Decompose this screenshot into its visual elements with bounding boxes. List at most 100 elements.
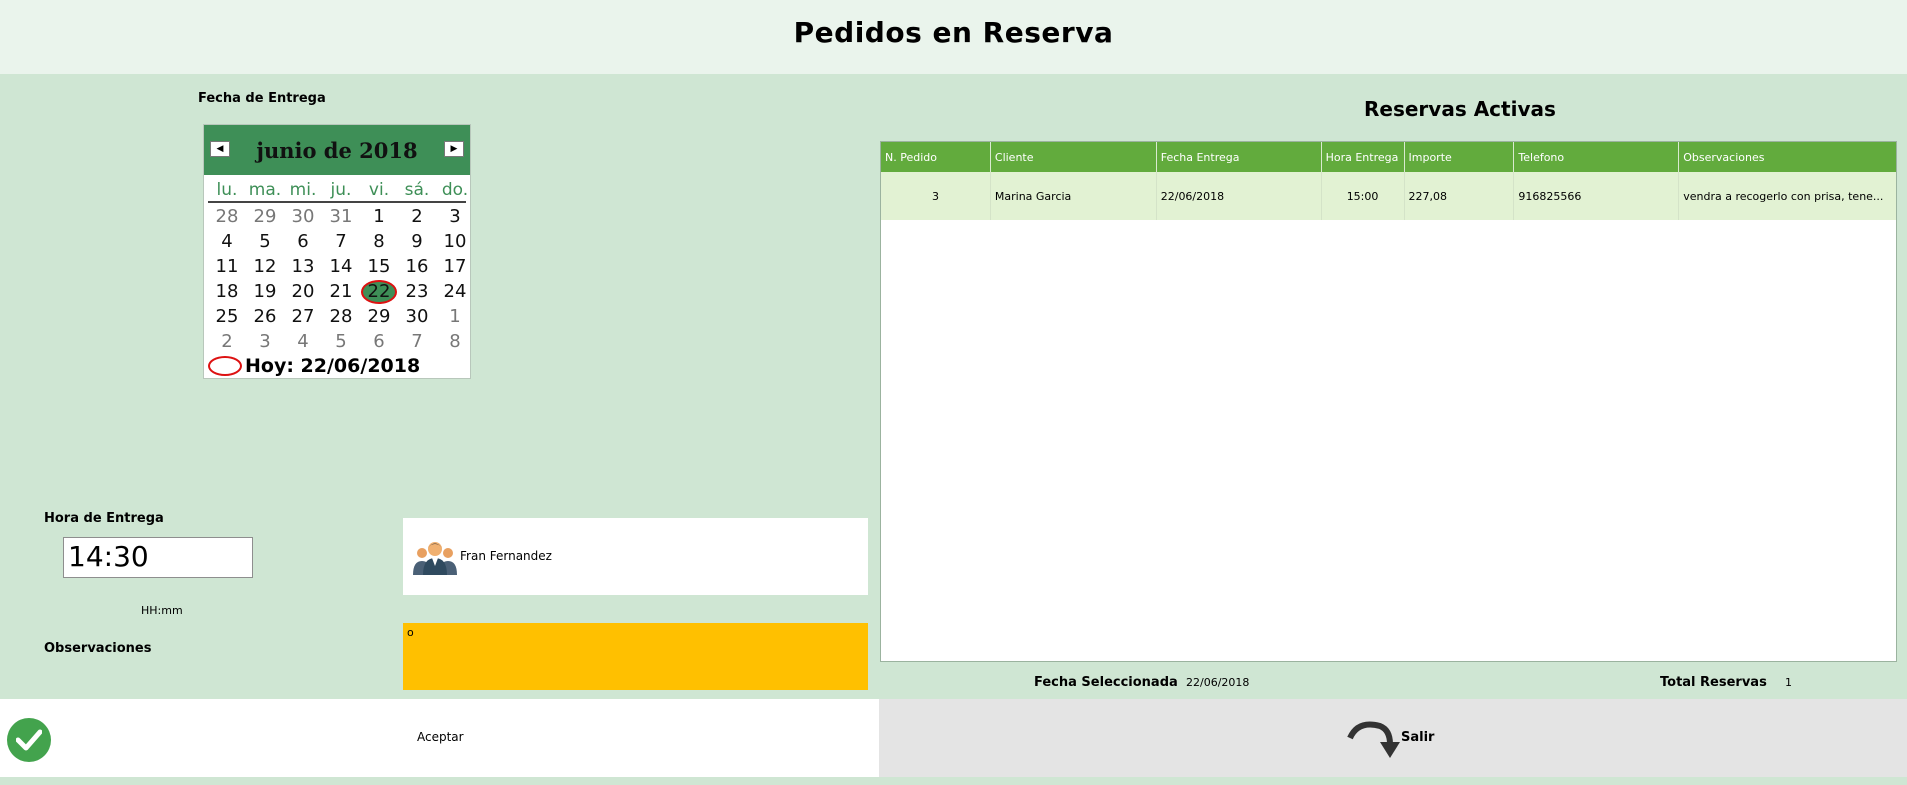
column-header[interactable]: Importe	[1405, 142, 1515, 172]
calendar-day[interactable]: 15	[360, 254, 398, 279]
exit-button[interactable]: Salir	[879, 699, 1907, 777]
table-body: 3 Marina Garcia 22/06/2018 15:00 227,08 91682…	[881, 172, 1896, 220]
calendar-day-number: 8	[373, 231, 385, 252]
calendar-day[interactable]: 17	[436, 254, 474, 279]
reservations-title: Reservas Activas	[1364, 97, 1556, 121]
calendar-day[interactable]: 11	[208, 254, 246, 279]
weekday-label: mi.	[289, 180, 317, 200]
calendar-day[interactable]: 29	[360, 304, 398, 329]
calendar-day[interactable]: 4	[284, 329, 322, 354]
weekday-label: ma.	[248, 180, 282, 200]
calendar-day-selected[interactable]: 22	[360, 279, 398, 304]
calendar-day[interactable]: 19	[246, 279, 284, 304]
table-header: N. Pedido Cliente Fecha Entrega Hora Entreg…	[881, 142, 1896, 172]
delivery-time-input[interactable]: 14:30	[63, 537, 253, 578]
calendar-day[interactable]: 5	[246, 229, 284, 254]
observations-label: Observaciones	[44, 641, 152, 656]
column-header[interactable]: Hora Entrega	[1322, 142, 1405, 172]
today-ring-icon	[208, 356, 242, 376]
calendar-day[interactable]: 1	[360, 204, 398, 229]
calendar-header: ◀ junio de 2018 ▶	[204, 125, 470, 175]
calendar-day[interactable]: 18	[208, 279, 246, 304]
calendar-day[interactable]: 25	[208, 304, 246, 329]
reservations-table[interactable]: N. Pedido Cliente Fecha Entrega Hora Entreg…	[880, 141, 1897, 662]
calendar-day[interactable]: 8	[360, 229, 398, 254]
calendar-day-number: 29	[253, 206, 277, 227]
column-header[interactable]: Observaciones	[1679, 142, 1896, 172]
column-header[interactable]: Telefono	[1514, 142, 1680, 172]
calendar-day-number: 7	[335, 231, 347, 252]
calendar-day[interactable]: 7	[398, 329, 436, 354]
total-reservations-value: 1	[1785, 676, 1792, 689]
calendar-day[interactable]: 16	[398, 254, 436, 279]
calendar-month-title: junio de 2018	[256, 138, 418, 163]
calendar-day-number: 9	[411, 231, 423, 252]
triangle-right-icon: ▶	[450, 144, 458, 154]
weekday-header: lu. ma. mi. ju. vi. sá. do.	[208, 179, 468, 203]
calendar-day-number: 22	[361, 280, 397, 304]
today-label: Hoy: 22/06/2018	[245, 355, 421, 377]
calendar-day[interactable]: 14	[322, 254, 360, 279]
total-reservations-label: Total Reservas	[1660, 675, 1767, 690]
calendar-day-number: 26	[253, 306, 277, 327]
calendar-day[interactable]: 12	[246, 254, 284, 279]
calendar-day-number: 23	[405, 281, 429, 302]
column-header[interactable]: Fecha Entrega	[1157, 142, 1322, 172]
calendar-day[interactable]: 21	[322, 279, 360, 304]
calendar-day[interactable]: 5	[322, 329, 360, 354]
calendar-day[interactable]: 2	[208, 329, 246, 354]
calendar-day[interactable]: 9	[398, 229, 436, 254]
calendar-day[interactable]: 23	[398, 279, 436, 304]
table-cell: 22/06/2018	[1157, 172, 1322, 220]
calendar-day-number: 8	[449, 331, 461, 352]
calendar-day[interactable]: 28	[208, 204, 246, 229]
delivery-calendar[interactable]: ◀ junio de 2018 ▶ lu. ma. mi. ju. vi. sá. do. …	[203, 124, 471, 379]
table-row[interactable]: 3 Marina Garcia 22/06/2018 15:00 227,08 91682…	[881, 172, 1896, 220]
weekday-label: sá.	[404, 180, 430, 200]
calendar-day-number: 20	[291, 281, 315, 302]
today-button[interactable]: Hoy: 22/06/2018	[208, 355, 420, 377]
calendar-day[interactable]: 31	[322, 204, 360, 229]
calendar-day[interactable]: 20	[284, 279, 322, 304]
calendar-day[interactable]: 4	[208, 229, 246, 254]
calendar-day-number: 17	[443, 256, 467, 277]
calendar-day[interactable]: 10	[436, 229, 474, 254]
calendar-day[interactable]: 26	[246, 304, 284, 329]
calendar-day[interactable]: 7	[322, 229, 360, 254]
bottom-strip	[0, 777, 1907, 785]
observations-input[interactable]: o	[403, 623, 868, 690]
table-cell: vendra a recogerlo con prisa, tene...	[1683, 189, 1884, 203]
delivery-time-label: Hora de Entrega	[44, 511, 164, 526]
calendar-day[interactable]: 13	[284, 254, 322, 279]
calendar-day-number: 27	[291, 306, 315, 327]
calendar-day[interactable]: 2	[398, 204, 436, 229]
calendar-day-number: 14	[329, 256, 353, 277]
calendar-day[interactable]: 3	[246, 329, 284, 354]
calendar-day-number: 6	[373, 331, 385, 352]
calendar-day[interactable]: 6	[360, 329, 398, 354]
calendar-day-number: 5	[335, 331, 347, 352]
calendar-day-number: 6	[297, 231, 309, 252]
calendar-day[interactable]: 29	[246, 204, 284, 229]
title-bar: Pedidos en Reserva	[0, 0, 1907, 74]
page-title: Pedidos en Reserva	[793, 16, 1114, 49]
check-icon	[7, 718, 51, 762]
table-cell: 227,08	[1405, 172, 1515, 220]
calendar-day[interactable]: 3	[436, 204, 474, 229]
accept-button[interactable]: Aceptar	[0, 699, 879, 777]
calendar-day[interactable]: 24	[436, 279, 474, 304]
calendar-day[interactable]: 28	[322, 304, 360, 329]
exit-label: Salir	[1401, 730, 1435, 745]
calendar-day[interactable]: 30	[284, 204, 322, 229]
calendar-day[interactable]: 30	[398, 304, 436, 329]
calendar-day-number: 4	[221, 231, 233, 252]
calendar-day-number: 13	[291, 256, 315, 277]
next-month-button[interactable]: ▶	[444, 141, 464, 157]
calendar-day[interactable]: 1	[436, 304, 474, 329]
calendar-day[interactable]: 8	[436, 329, 474, 354]
calendar-day[interactable]: 27	[284, 304, 322, 329]
column-header[interactable]: Cliente	[991, 142, 1157, 172]
calendar-day[interactable]: 6	[284, 229, 322, 254]
column-header[interactable]: N. Pedido	[881, 142, 991, 172]
calendar-day-number: 11	[215, 256, 239, 277]
